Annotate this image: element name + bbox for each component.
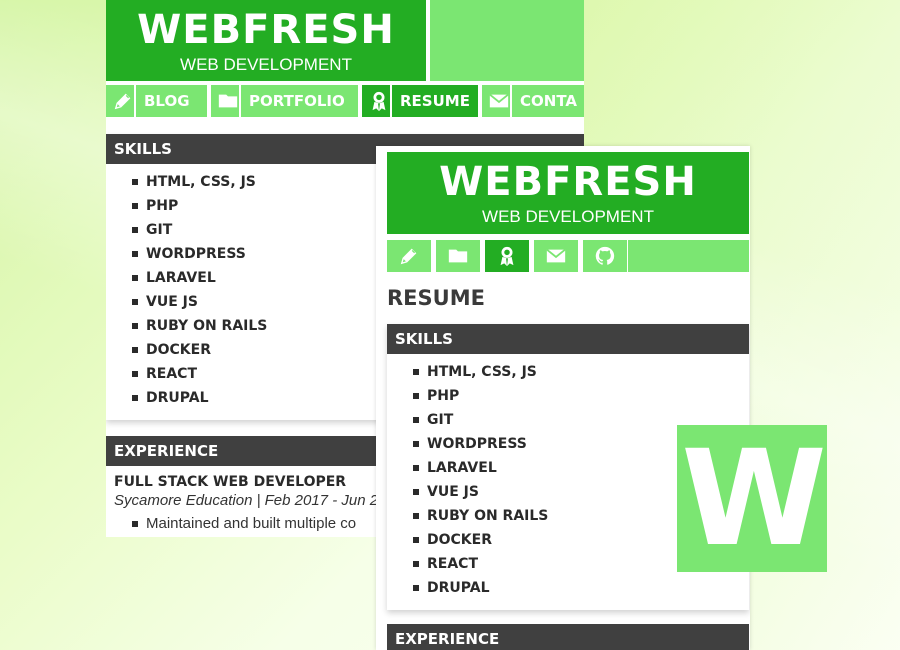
nav-item-contact[interactable]: [534, 240, 578, 272]
header-side-panel: [430, 0, 584, 81]
nav-item-blog[interactable]: BLOG: [106, 85, 207, 117]
nav-item-resume[interactable]: RESUME: [362, 85, 478, 117]
pen-icon: [400, 248, 417, 265]
site-header: WEBFRESH WEB DEVELOPMENT: [106, 0, 426, 81]
section-heading: SKILLS: [387, 324, 749, 354]
nav-item-label: BLOG: [144, 92, 190, 110]
nav-item-portfolio[interactable]: [436, 240, 480, 272]
award-icon: [362, 85, 392, 117]
brand-name[interactable]: WEBFRESH: [387, 152, 749, 207]
page-title: RESUME: [387, 286, 485, 310]
logo-letter: W: [681, 421, 827, 576]
nav-item-label: PORTFOLIO: [249, 92, 345, 110]
nav-filler: [628, 240, 749, 272]
webfresh-logo: W: [677, 425, 827, 572]
list-item: HTML, CSS, JS: [413, 360, 749, 384]
brand-tagline: WEB DEVELOPMENT: [180, 55, 352, 74]
award-icon: [500, 246, 514, 267]
main-nav: BLOG PORTFOLIO RESUME CONTA: [106, 85, 584, 117]
nav-item-portfolio[interactable]: PORTFOLIO: [211, 85, 358, 117]
site-header: WEBFRESH WEB DEVELOPMENT: [387, 152, 749, 234]
nav-item-label: RESUME: [400, 92, 470, 110]
nav-item-github[interactable]: [583, 240, 627, 272]
envelope-icon: [546, 248, 566, 263]
github-icon: [595, 246, 615, 265]
nav-item-blog[interactable]: [387, 240, 431, 272]
brand-name[interactable]: WEBFRESH: [106, 0, 426, 55]
pen-icon: [106, 85, 136, 117]
list-item: PHP: [413, 384, 749, 408]
nav-item-contact[interactable]: CONTA: [482, 85, 584, 117]
icon-nav: [387, 240, 749, 272]
folder-icon: [211, 85, 241, 117]
list-item: DRUPAL: [413, 576, 749, 600]
experience-section: EXPERIENCE: [387, 624, 749, 650]
folder-icon: [448, 249, 468, 263]
nav-item-label: CONTA: [520, 92, 577, 110]
section-heading: EXPERIENCE: [387, 624, 749, 650]
nav-item-resume[interactable]: [485, 240, 529, 272]
envelope-icon: [482, 85, 512, 117]
brand-tagline: WEB DEVELOPMENT: [482, 207, 654, 226]
